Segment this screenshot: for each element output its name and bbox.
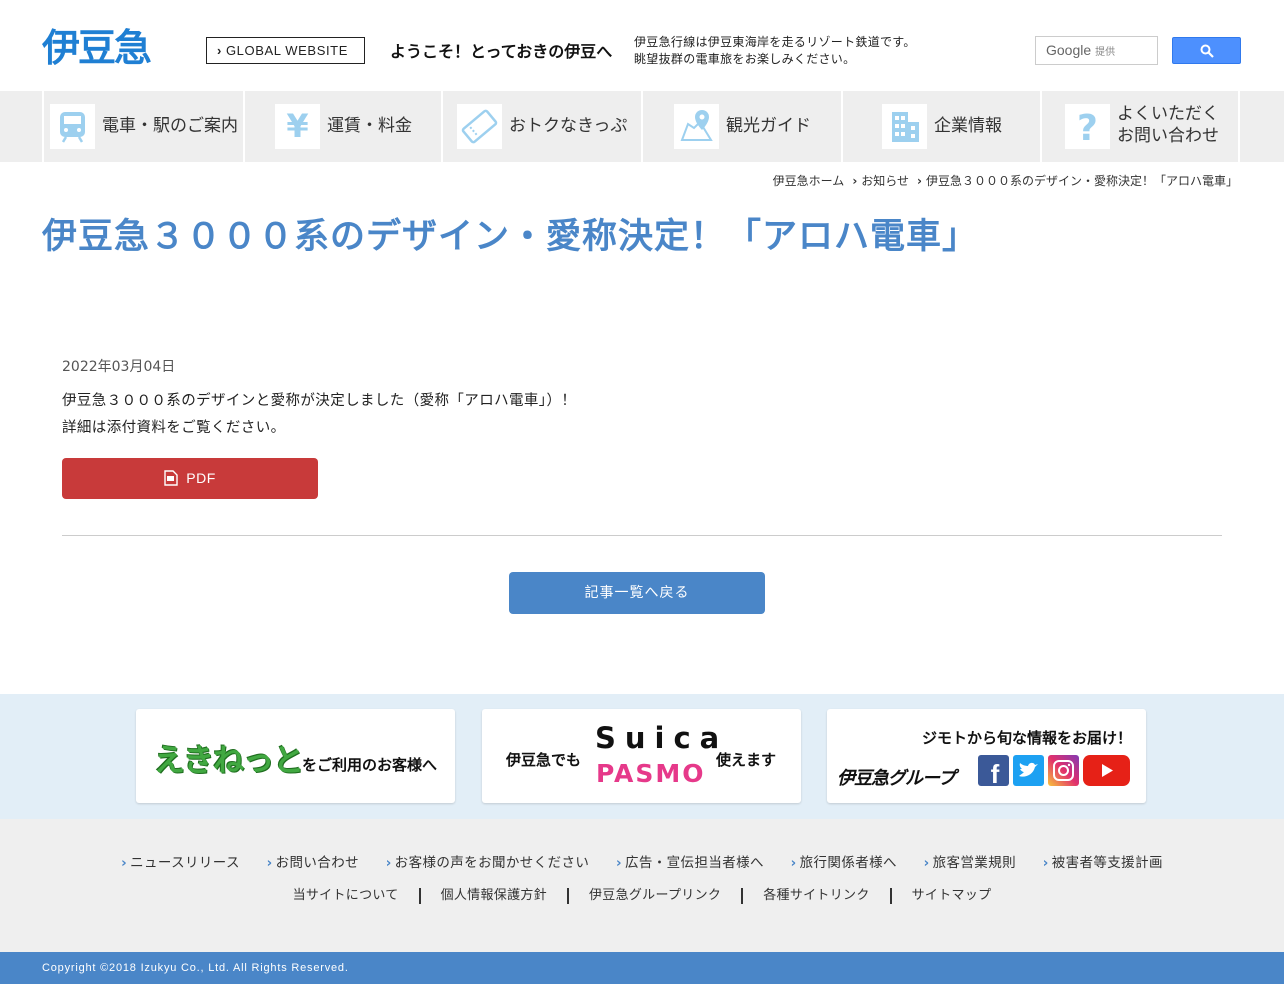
footer-link-privacy[interactable]: 個人情報保護方針 (421, 888, 569, 904)
suica-pasmo-banner[interactable]: 伊豆急でも Suica PASMO 使えます (482, 709, 801, 803)
chevron-right-icon: › (790, 855, 797, 871)
footer-link-site-links[interactable]: 各種サイトリンク (743, 888, 892, 904)
building-icon (882, 104, 927, 149)
site-description: 伊豆急行線は伊豆東海岸を走るリゾート鉄道です。 眺望抜群の電車旅をお楽しみくださ… (634, 34, 916, 68)
facebook-icon[interactable]: f (978, 755, 1009, 789)
ticket-icon (457, 104, 502, 149)
suica-post-text: 使えます (716, 751, 777, 769)
svg-text:?: ? (1077, 108, 1098, 149)
main-nav: 電車・駅のご案内 ¥ 運賃・料金 おトクなきっぷ 観光ガイド 企業情報 ? よく… (0, 91, 1284, 162)
footer-link-label: お問い合わせ (275, 855, 359, 871)
search-brand: Google (1046, 42, 1092, 58)
youtube-icon[interactable] (1083, 755, 1130, 786)
chevron-right-icon: › (852, 174, 858, 188)
svg-text:f: f (991, 759, 1000, 786)
chevron-right-icon: › (615, 855, 622, 871)
map-pin-icon (674, 104, 719, 149)
yen-icon: ¥ (275, 104, 320, 149)
site-description-line1: 伊豆急行線は伊豆東海岸を走るリゾート鉄道です。 (634, 35, 916, 49)
pdf-button-label: PDF (186, 470, 216, 486)
welcome-text: ようこそ！とっておきの伊豆へ (390, 42, 613, 61)
search-brand-sub: 提供 (1095, 47, 1116, 58)
question-icon: ? (1065, 104, 1110, 149)
site-description-line2: 眺望抜群の電車旅をお楽しみください。 (634, 52, 856, 66)
footer-link-victim-support[interactable]: › 被害者等支援計画 (1043, 851, 1163, 871)
suica-pre-text: 伊豆急でも (506, 751, 582, 769)
footer-link-rules[interactable]: › 旅客営業規則 (924, 851, 1016, 871)
svg-text:¥: ¥ (286, 107, 308, 145)
copyright: Copyright ©2018 Izukyu Co., Ltd. All Rig… (0, 952, 1284, 984)
izukyu-group-logo: 伊豆急グループ (837, 768, 956, 789)
nav-label-fares: 運賃・料金 (327, 116, 412, 136)
nav-item-trains[interactable]: 電車・駅のご案内 (42, 91, 243, 162)
footer-secondary-links: 当サイトについて 個人情報保護方針 伊豆急グループリンク 各種サイトリンク サイトマップ (0, 888, 1284, 904)
nav-item-fares[interactable]: ¥ 運賃・料金 (243, 91, 441, 162)
footer-link-label: 広告・宣伝担当者様へ (624, 855, 764, 871)
search-icon (1200, 44, 1214, 58)
nav-item-company[interactable]: 企業情報 (841, 91, 1040, 162)
content-divider (62, 535, 1222, 536)
site-header: 伊豆急 › GLOBAL WEBSITE ようこそ！とっておきの伊豆へ 伊豆急行線… (0, 0, 1284, 91)
back-to-list-button[interactable]: 記事一覧へ戻る (509, 572, 765, 614)
article-body-line2: 詳細は添付資料をご覧ください。 (62, 420, 286, 436)
footer-link-contact[interactable]: › お問い合わせ (267, 851, 359, 871)
footer-link-feedback[interactable]: › お客様の声をお聞かせください (386, 851, 590, 871)
banner-strip: えきねっと をご利用のお客様へ 伊豆急でも Suica PASMO 使えます ジ… (0, 694, 1284, 819)
footer-link-label: 旅行関係者様へ (799, 855, 897, 871)
global-website-button[interactable]: › GLOBAL WEBSITE (206, 37, 365, 64)
footer-link-label: ニュースリリース (130, 855, 240, 871)
social-banner[interactable]: ジモトから旬な情報をお届け！ 伊豆急グループ f (827, 709, 1146, 803)
breadcrumb-news[interactable]: お知らせ (861, 174, 909, 188)
train-icon (50, 104, 95, 149)
nav-label-faq-line2: お問い合わせ (1117, 126, 1219, 146)
ekinet-subtext: をご利用のお客様へ (302, 756, 438, 774)
page-title: 伊豆急３０００系のデザイン・愛称決定！「アロハ電車」 (42, 217, 979, 257)
nav-item-faq[interactable]: ? よくいただく お問い合わせ (1040, 91, 1240, 162)
chevron-right-icon: › (1042, 855, 1049, 871)
chevron-right-icon: › (385, 855, 392, 871)
site-logo[interactable]: 伊豆急 (42, 27, 152, 69)
nav-label-company: 企業情報 (934, 116, 1002, 136)
footer-link-label: お客様の声をお聞かせください (394, 855, 590, 871)
footer-link-travel-agents[interactable]: › 旅行関係者様へ (791, 851, 897, 871)
article-body: 伊豆急３０００系のデザインと愛称が決定しました（愛称「アロハ電車」）！ 詳細は添… (62, 388, 576, 442)
footer-link-label: 旅客営業規則 (932, 855, 1017, 871)
pasmo-logo: PASMO (596, 759, 706, 788)
pdf-download-button[interactable]: PDF (62, 458, 318, 499)
breadcrumb: 伊豆急ホーム › お知らせ › 伊豆急３０００系のデザイン・愛称決定！「アロハ電車」 (773, 172, 1238, 189)
footer-link-advertising[interactable]: › 広告・宣伝担当者様へ (616, 851, 764, 871)
search-button[interactable] (1172, 37, 1241, 64)
nav-label-tickets: おトクなきっぷ (509, 116, 628, 136)
search-input[interactable]: Google 提供 (1035, 36, 1158, 65)
pdf-file-icon (164, 470, 178, 486)
instagram-icon[interactable] (1048, 755, 1079, 786)
chevron-right-icon: › (266, 855, 273, 871)
chevron-right-icon: › (923, 855, 930, 871)
footer-link-sitemap[interactable]: サイトマップ (892, 888, 1012, 904)
nav-item-tickets[interactable]: おトクなきっぷ (441, 91, 641, 162)
article-body-line1: 伊豆急３０００系のデザインと愛称が決定しました（愛称「アロハ電車」）！ (62, 393, 577, 409)
footer-link-label: 被害者等支援計画 (1051, 855, 1163, 871)
nav-label-faq-line1: よくいただく (1117, 104, 1219, 124)
breadcrumb-current: 伊豆急３０００系のデザイン・愛称決定！「アロハ電車」 (925, 174, 1238, 188)
social-heading: ジモトから旬な情報をお届け！ (921, 729, 1132, 747)
breadcrumb-home[interactable]: 伊豆急ホーム (773, 174, 845, 188)
chevron-right-icon: › (121, 855, 128, 871)
twitter-icon[interactable] (1013, 755, 1044, 786)
footer-link-news[interactable]: › ニュースリリース (121, 851, 240, 871)
chevron-right-icon: › (217, 43, 222, 58)
chevron-right-icon: › (917, 174, 922, 188)
footer-links: › ニュースリリース › お問い合わせ › お客様の声をお聞かせください › 広告・宣伝… (0, 851, 1284, 871)
suica-logo: Suica (595, 721, 729, 755)
nav-label-trains: 電車・駅のご案内 (102, 116, 238, 136)
nav-label-sightseeing: 観光ガイド (726, 116, 811, 136)
global-website-label: GLOBAL WEBSITE (225, 43, 348, 58)
ekinet-logo: えきねっと (154, 743, 304, 779)
article-date: 2022年03月04日 (62, 359, 176, 375)
footer-link-group[interactable]: 伊豆急グループリンク (569, 888, 744, 904)
nav-item-sightseeing[interactable]: 観光ガイド (641, 91, 841, 162)
footer-link-about[interactable]: 当サイトについて (273, 888, 421, 904)
ekinet-banner[interactable]: えきねっと をご利用のお客様へ (136, 709, 455, 803)
site-footer: › ニュースリリース › お問い合わせ › お客様の声をお聞かせください › 広告・宣伝… (0, 819, 1284, 952)
